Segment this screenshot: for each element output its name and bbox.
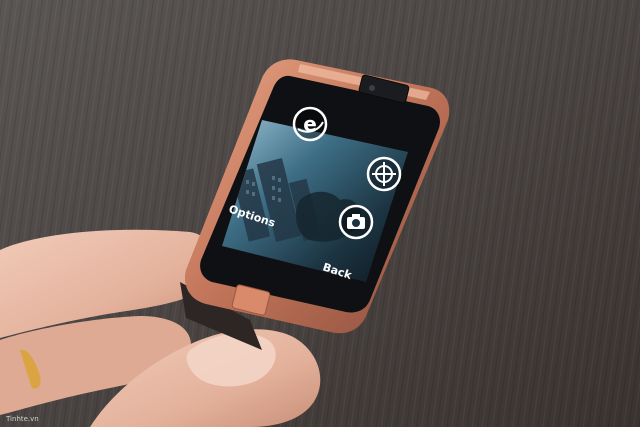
camera-icon[interactable] [338, 204, 374, 240]
camera-dot [369, 85, 375, 91]
browser-e-icon[interactable]: e [292, 106, 328, 142]
photo-scene: e Options Back [0, 0, 640, 427]
watermark: Tinhte.vn [6, 415, 39, 423]
compass-globe-icon[interactable] [366, 156, 402, 192]
